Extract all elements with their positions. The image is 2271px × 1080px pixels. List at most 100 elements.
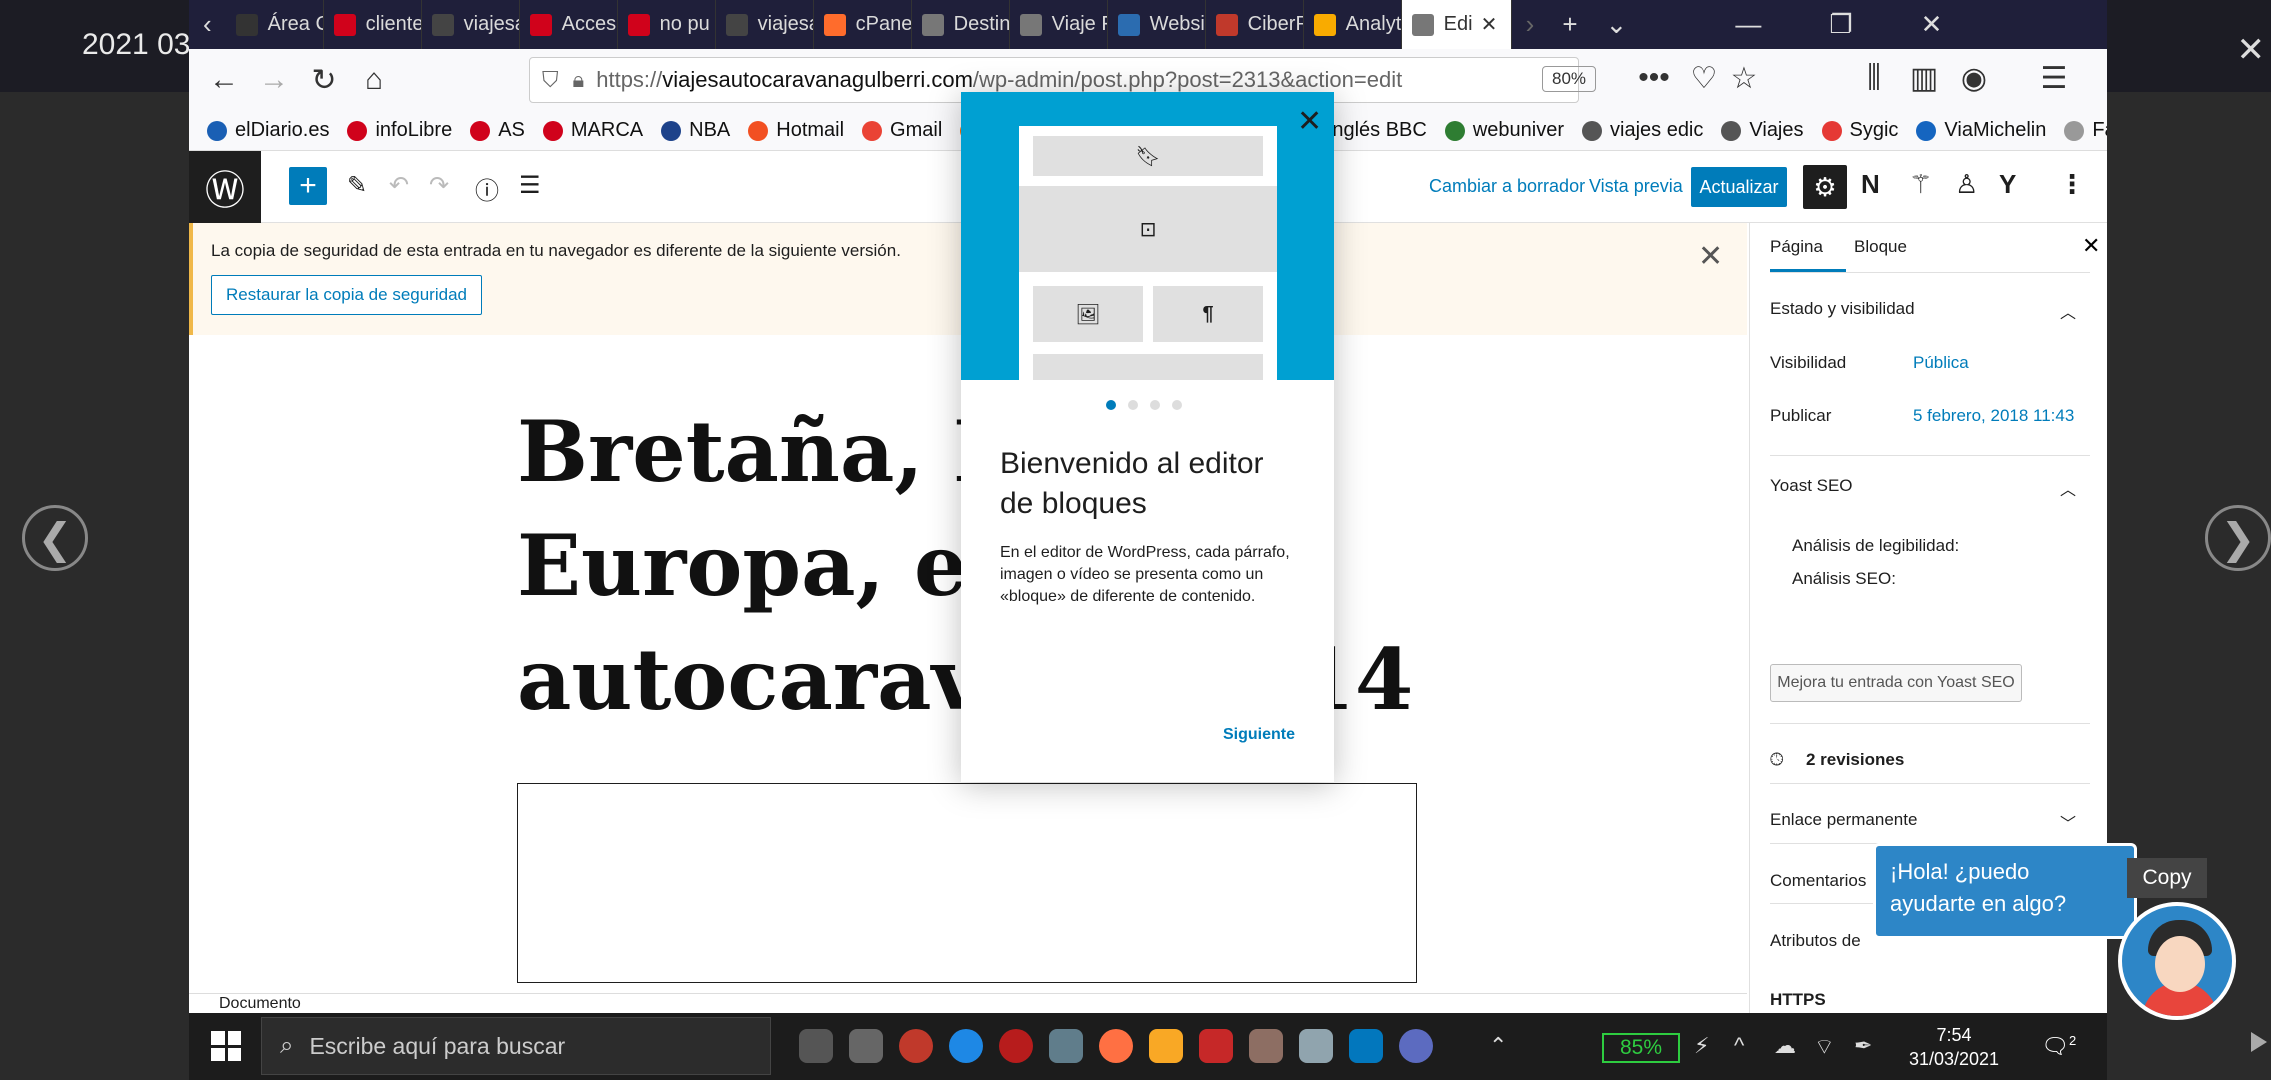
taskbar-app-icon[interactable] bbox=[799, 1029, 833, 1063]
windows-start-icon[interactable] bbox=[211, 1031, 241, 1061]
yoast-improve-button[interactable]: Mejora tu entrada con Yoast SEO bbox=[1770, 664, 2022, 702]
viewer-prev-button[interactable]: ❮ bbox=[22, 505, 88, 571]
chevron-up-icon[interactable]: ︿ bbox=[2060, 299, 2076, 323]
update-button[interactable]: Actualizar bbox=[1691, 167, 1787, 207]
browser-tab[interactable]: Viaje F bbox=[1010, 0, 1108, 49]
taskbar-browser-icon[interactable] bbox=[899, 1029, 933, 1063]
close-window-icon[interactable]: ✕ bbox=[1907, 9, 1957, 40]
taskbar-search-box[interactable]: ⌕ Escribe aquí para buscar bbox=[261, 1017, 771, 1075]
zoom-level[interactable]: 80% bbox=[1542, 66, 1596, 92]
readability-analysis[interactable]: Análisis de legibilidad: bbox=[1792, 536, 1959, 556]
account-icon[interactable]: ◉ bbox=[1949, 61, 1999, 96]
bookmark-item[interactable]: Falésia bbox=[2064, 119, 2107, 142]
home-icon[interactable]: ⌂ bbox=[349, 63, 399, 97]
page-dot-2[interactable] bbox=[1128, 400, 1138, 410]
bookmark-item[interactable]: NBA bbox=[661, 119, 730, 142]
pen-icon[interactable]: ✒ bbox=[1854, 1033, 1872, 1059]
taskbar-app-icon[interactable] bbox=[1249, 1029, 1283, 1063]
taskbar-firefox-icon[interactable] bbox=[1099, 1029, 1133, 1063]
bookmark-item[interactable]: MARCA bbox=[542, 119, 643, 142]
next-button[interactable]: Siguiente bbox=[1223, 726, 1295, 744]
back-icon[interactable]: ← bbox=[199, 63, 249, 97]
tray-scroll-icon[interactable]: ⌃ bbox=[1489, 1033, 1507, 1059]
plugin-n-icon[interactable]: N bbox=[1861, 169, 1880, 200]
bookmark-item[interactable]: ViaMichelin bbox=[1916, 119, 2046, 142]
tray-expand-icon[interactable]: ^ bbox=[1734, 1033, 1744, 1059]
tab-scroll-right-icon[interactable]: › bbox=[1512, 9, 1549, 40]
tab-list-icon[interactable]: ⌄ bbox=[1592, 9, 1642, 40]
notice-close-icon[interactable]: ✕ bbox=[1698, 239, 1723, 274]
more-options-icon[interactable]: ⋮ bbox=[2059, 169, 2085, 200]
tab-scroll-left-icon[interactable]: ‹ bbox=[189, 9, 226, 40]
tab-page[interactable]: Página bbox=[1770, 237, 1823, 257]
browser-tab[interactable]: Acceso bbox=[520, 0, 618, 49]
forward-icon[interactable]: → bbox=[249, 63, 299, 97]
status-visibility-heading[interactable]: Estado y visibilidad bbox=[1770, 299, 1915, 319]
browser-tab[interactable]: no pu bbox=[618, 0, 716, 49]
page-dot-3[interactable] bbox=[1150, 400, 1160, 410]
wordpress-logo-icon[interactable]: Ⓦ bbox=[189, 151, 261, 223]
taskbar-music-icon[interactable] bbox=[1399, 1029, 1433, 1063]
viewer-next-button[interactable]: ❯ bbox=[2205, 505, 2271, 571]
selected-block[interactable] bbox=[517, 783, 1417, 983]
taskbar-opera-icon[interactable] bbox=[999, 1029, 1033, 1063]
taskbar-edge-icon[interactable] bbox=[949, 1029, 983, 1063]
visibility-value[interactable]: Pública bbox=[1913, 353, 1969, 373]
publish-value[interactable]: 5 febrero, 2018 11:43 bbox=[1913, 406, 2074, 426]
bookmark-item[interactable]: Hotmail bbox=[748, 119, 844, 142]
tools-pencil-icon[interactable]: ✎ bbox=[347, 171, 367, 200]
taskbar-explorer-icon[interactable] bbox=[1149, 1029, 1183, 1063]
comments-heading[interactable]: Comentarios bbox=[1770, 871, 1866, 891]
undo-icon[interactable]: ↶ bbox=[389, 171, 409, 200]
more-actions-icon[interactable]: ••• bbox=[1629, 61, 1679, 95]
bookmark-item[interactable]: elDiario.es bbox=[207, 119, 329, 142]
taskbar-app-icon[interactable] bbox=[849, 1029, 883, 1063]
shield-icon[interactable]: ⛉ bbox=[542, 67, 559, 93]
tab-block[interactable]: Bloque bbox=[1854, 237, 1907, 257]
minimize-icon[interactable]: — bbox=[1721, 9, 1775, 40]
taskbar-app-icon[interactable] bbox=[1299, 1029, 1333, 1063]
restore-backup-button[interactable]: Restaurar la copia de seguridad bbox=[211, 275, 482, 315]
chat-avatar[interactable] bbox=[2118, 902, 2236, 1020]
bookmark-item[interactable]: infoLibre bbox=[347, 119, 452, 142]
bookmark-item[interactable]: Sygic bbox=[1821, 119, 1898, 142]
lock-icon[interactable]: 🔒︎ bbox=[573, 67, 585, 93]
chat-greeting[interactable]: ¡Hola! ¿puedo ayudarte en algo? bbox=[1873, 843, 2137, 939]
list-view-icon[interactable]: ☰ bbox=[519, 171, 541, 200]
permalink-heading[interactable]: Enlace permanente bbox=[1770, 810, 1917, 830]
viewer-close-icon[interactable]: ✕ bbox=[2237, 30, 2266, 70]
sidebar-close-icon[interactable]: ✕ bbox=[2082, 233, 2100, 259]
bookmark-item[interactable]: Gmail bbox=[862, 119, 942, 142]
https-heading[interactable]: HTTPS bbox=[1770, 990, 1826, 1010]
chevron-up-icon[interactable]: ︿ bbox=[2060, 476, 2076, 500]
new-tab-icon[interactable]: + bbox=[1548, 9, 1591, 40]
sidebar-toggle-icon[interactable]: ▥ bbox=[1899, 61, 1949, 96]
power-plug-icon[interactable]: ⚡︎ bbox=[1694, 1033, 1709, 1059]
bookmark-star-icon[interactable]: ☆ bbox=[1719, 61, 1769, 96]
browser-tab[interactable]: viajesa bbox=[716, 0, 814, 49]
redo-icon[interactable]: ↷ bbox=[429, 171, 449, 200]
chevron-down-icon[interactable]: ﹀ bbox=[2060, 810, 2076, 834]
modal-close-icon[interactable]: ✕ bbox=[1297, 104, 1322, 139]
wifi-icon[interactable]: ⌔ bbox=[1814, 1033, 1835, 1061]
notifications-icon[interactable]: 🗨︎2 bbox=[2041, 1033, 2076, 1059]
bookmark-item[interactable]: webuniver bbox=[1444, 119, 1564, 142]
info-icon[interactable]: ⓘ bbox=[475, 171, 499, 206]
browser-tab[interactable]: viajesa bbox=[422, 0, 520, 49]
library-icon[interactable]: ⫼ bbox=[1849, 61, 1899, 95]
switch-to-draft-button[interactable]: Cambiar a borrador bbox=[1429, 176, 1585, 197]
plugin-bars-icon[interactable]: ⚚ bbox=[1909, 169, 1932, 200]
restore-icon[interactable]: ❐ bbox=[1815, 9, 1866, 40]
taskbar-app-icon[interactable] bbox=[1199, 1029, 1233, 1063]
yoast-heading[interactable]: Yoast SEO bbox=[1770, 476, 1853, 496]
block-breadcrumb[interactable]: Documento bbox=[189, 993, 1747, 1013]
page-dot-4[interactable] bbox=[1172, 400, 1182, 410]
browser-tab[interactable]: cliente bbox=[324, 0, 422, 49]
plugin-person-icon[interactable]: ♙ bbox=[1955, 169, 1978, 200]
preview-button[interactable]: Vista previa bbox=[1589, 176, 1683, 197]
revisions-link[interactable]: 2 revisiones bbox=[1806, 750, 1904, 770]
yoast-icon[interactable]: Y bbox=[1999, 169, 2016, 200]
taskbar-app-icon[interactable] bbox=[1049, 1029, 1083, 1063]
browser-tab[interactable]: cPanel bbox=[814, 0, 912, 49]
bookmark-item[interactable]: AS bbox=[470, 119, 525, 142]
